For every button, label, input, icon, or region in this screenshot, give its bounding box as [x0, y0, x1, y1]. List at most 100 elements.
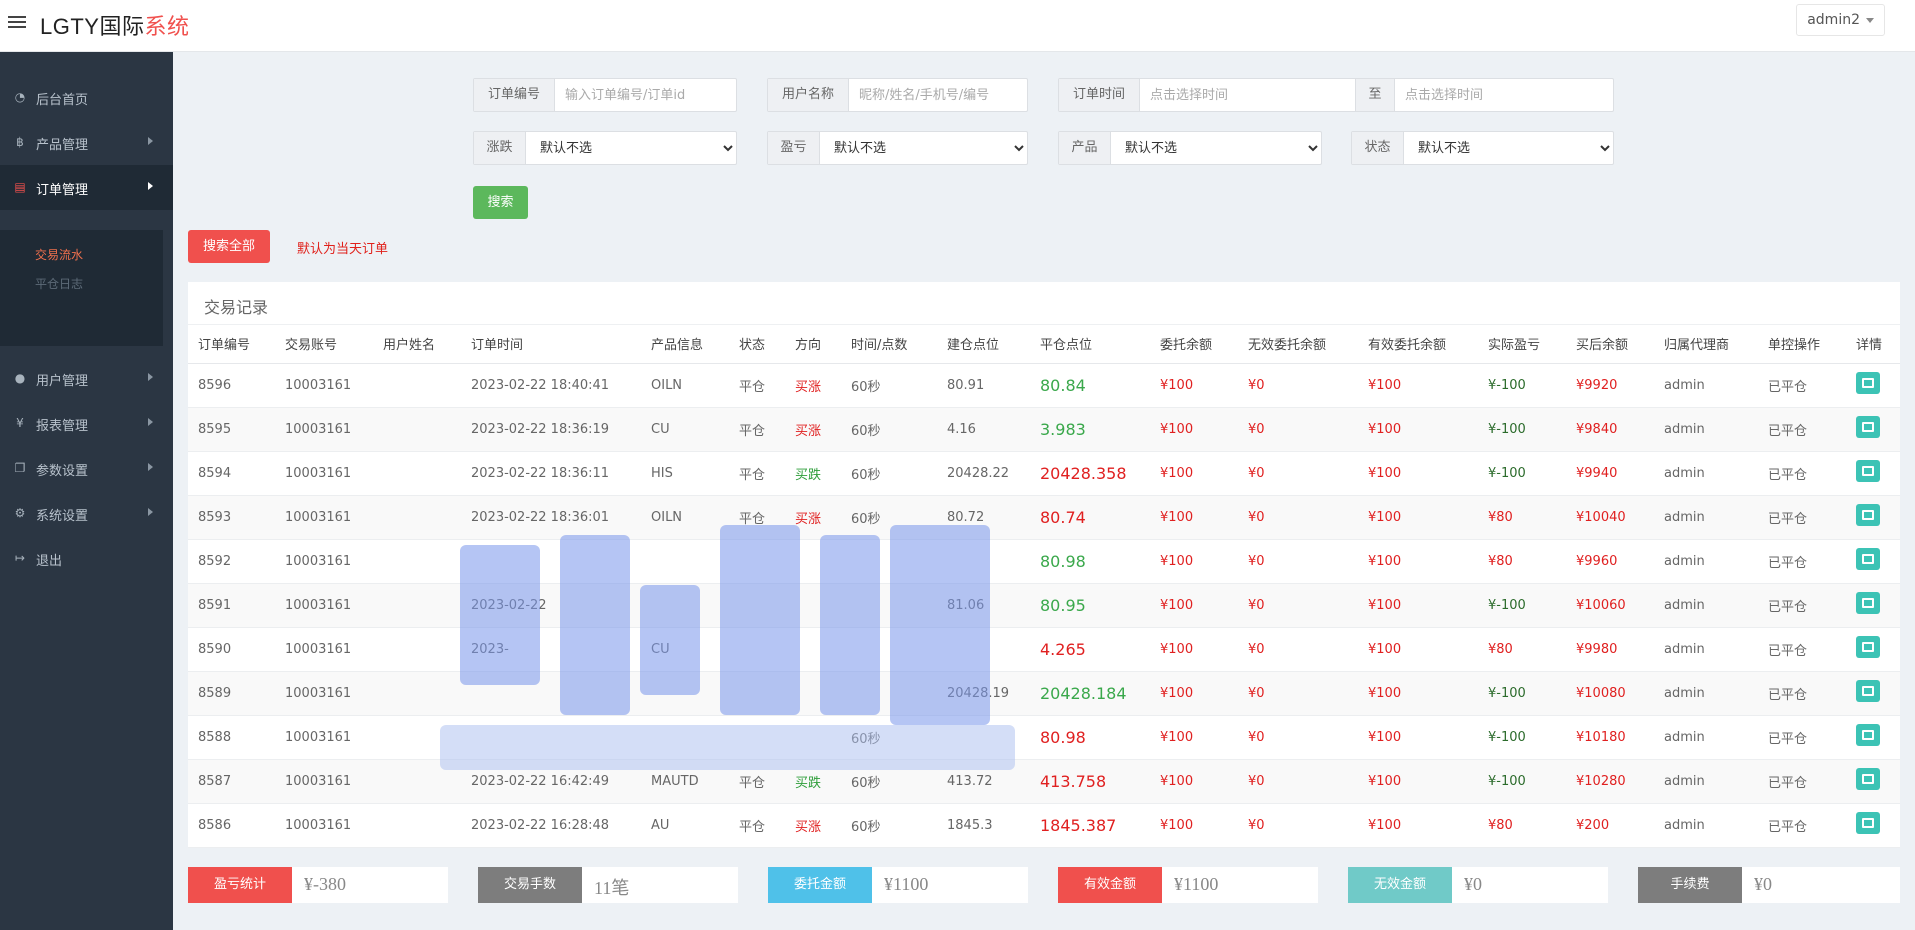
cell-invalid: ¥0: [1238, 583, 1358, 628]
menu-toggle-icon[interactable]: [8, 13, 26, 31]
user-name-input[interactable]: [849, 79, 1027, 111]
sidebar-subitem-close-log[interactable]: 平仓日志: [35, 275, 83, 292]
cell-detail: [1846, 715, 1900, 760]
time-start-input[interactable]: [1140, 79, 1355, 111]
cell-op: 已平仓: [1758, 363, 1846, 408]
cell-name: [373, 495, 461, 540]
stat-value: ¥0: [1464, 874, 1482, 894]
cell-valid: ¥100: [1358, 627, 1478, 672]
sidebar-item-reports[interactable]: ¥ 报表管理: [0, 401, 173, 446]
search-all-button[interactable]: 搜索全部: [188, 230, 270, 263]
column-header: 订单编号: [188, 325, 275, 364]
detail-icon[interactable]: [1856, 724, 1880, 746]
product-select[interactable]: 默认不选: [1111, 132, 1321, 164]
profit-filter: 盈亏 默认不选: [767, 131, 1028, 165]
table-row: 8595 10003161 2023-02-22 18:36:19 CU 平仓 买涨 60秒…: [188, 407, 1900, 452]
cell-account: 10003161: [275, 803, 373, 848]
cell-close: 80.95: [1030, 583, 1150, 628]
user-dropdown[interactable]: admin2: [1796, 4, 1885, 36]
detail-icon[interactable]: [1856, 504, 1880, 526]
cell-period: 60秒: [841, 495, 937, 540]
cell-agent: admin: [1654, 671, 1758, 716]
cell-invalid: ¥0: [1238, 407, 1358, 452]
detail-icon[interactable]: [1856, 592, 1880, 614]
detail-icon[interactable]: [1856, 460, 1880, 482]
bitcoin-icon: ฿: [16, 135, 24, 149]
detail-icon[interactable]: [1856, 812, 1880, 834]
cell-valid: ¥100: [1358, 671, 1478, 716]
gears-icon: ⚙: [14, 506, 26, 520]
chevron-right-icon: [148, 463, 153, 471]
logout-icon: ↦: [14, 551, 26, 565]
sidebar-item-dashboard[interactable]: ◔ 后台首页: [0, 75, 173, 120]
cell-balance: ¥9980: [1566, 627, 1654, 672]
profit-select[interactable]: 默认不选: [820, 132, 1027, 164]
cell-time: [461, 715, 641, 760]
cell-time: 2023-02-22 18:36:19: [461, 407, 641, 452]
cell-entrust: ¥100: [1150, 539, 1238, 584]
cell-name: [373, 803, 461, 848]
detail-icon[interactable]: [1856, 680, 1880, 702]
chevron-right-icon: [148, 418, 153, 426]
detail-icon[interactable]: [1856, 548, 1880, 570]
detail-icon[interactable]: [1856, 416, 1880, 438]
column-header: 方向: [785, 325, 841, 364]
detail-icon[interactable]: [1856, 636, 1880, 658]
product-filter: 产品 默认不选: [1058, 131, 1322, 165]
cell-invalid: ¥0: [1238, 759, 1358, 804]
cell-name: [373, 671, 461, 716]
sidebar-item-users[interactable]: ● 用户管理: [0, 356, 173, 401]
table-row: 8588 10003161 60秒 80.98 ¥100 ¥0 ¥100 ¥-100 ¥1018…: [188, 715, 1900, 760]
cell-balance: ¥9940: [1566, 451, 1654, 496]
detail-icon[interactable]: [1856, 372, 1880, 394]
chevron-right-icon: [148, 508, 153, 516]
column-header: 用户姓名: [373, 325, 461, 364]
user-name-label: 用户名称: [768, 79, 849, 111]
sidebar-item-system[interactable]: ⚙ 系统设置: [0, 491, 173, 536]
cell-op: 已平仓: [1758, 627, 1846, 672]
cell-name: [373, 407, 461, 452]
yen-icon: ¥: [16, 416, 24, 430]
cell-detail: [1846, 539, 1900, 584]
column-header: 单控操作: [1758, 325, 1846, 364]
cell-product: [641, 715, 729, 760]
column-header: 建仓点位: [937, 325, 1030, 364]
user-icon: ●: [14, 371, 26, 385]
sidebar-item-params[interactable]: ❐ 参数设置: [0, 446, 173, 491]
stat-fee: 手续费 ¥0: [1638, 867, 1900, 903]
cell-time: 2023-02-22: [461, 583, 641, 628]
cell-open: 4.16: [937, 407, 1030, 452]
cell-account: 10003161: [275, 539, 373, 584]
column-header: 委托余额: [1150, 325, 1238, 364]
cell-close: 413.758: [1030, 759, 1150, 804]
order-no-input[interactable]: [555, 79, 736, 111]
cell-dir: [785, 715, 841, 760]
cell-product: HIS: [641, 451, 729, 496]
cell-invalid: ¥0: [1238, 671, 1358, 716]
cell-pnl: ¥-100: [1478, 583, 1566, 628]
column-header: 有效委托余额: [1358, 325, 1478, 364]
stat-valid-amount: 有效金额 ¥1100: [1058, 867, 1318, 903]
sidebar-subitem-transactions[interactable]: 交易流水: [35, 246, 83, 263]
cell-name: [373, 715, 461, 760]
cell-invalid: ¥0: [1238, 363, 1358, 408]
dashboard-icon: ◔: [14, 90, 26, 104]
app-logo[interactable]: LGTY国际系统: [40, 9, 189, 41]
time-end-input[interactable]: [1395, 79, 1613, 111]
sidebar-item-label: 参数设置: [36, 464, 89, 479]
cell-name: [373, 539, 461, 584]
sidebar-item-logout[interactable]: ↦ 退出: [0, 536, 173, 581]
cell-pnl: ¥-100: [1478, 451, 1566, 496]
cell-detail: [1846, 451, 1900, 496]
cell-id: 8588: [188, 715, 275, 760]
status-select[interactable]: 默认不选: [1404, 132, 1613, 164]
stat-value: ¥1100: [884, 874, 929, 894]
cell-valid: ¥100: [1358, 539, 1478, 584]
sidebar-item-orders[interactable]: ▤ 订单管理: [0, 165, 173, 210]
search-button[interactable]: 搜索: [473, 186, 528, 219]
detail-icon[interactable]: [1856, 768, 1880, 790]
rise-fall-select[interactable]: 默认不选: [526, 132, 736, 164]
sidebar-item-products[interactable]: ฿ 产品管理: [0, 120, 173, 165]
cell-period: [841, 627, 937, 672]
column-header: 产品信息: [641, 325, 729, 364]
